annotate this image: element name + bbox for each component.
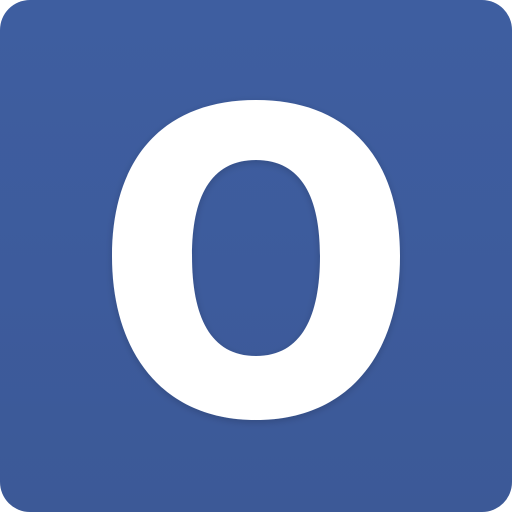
app-icon[interactable]	[0, 0, 512, 512]
letter-o-icon	[112, 100, 400, 420]
